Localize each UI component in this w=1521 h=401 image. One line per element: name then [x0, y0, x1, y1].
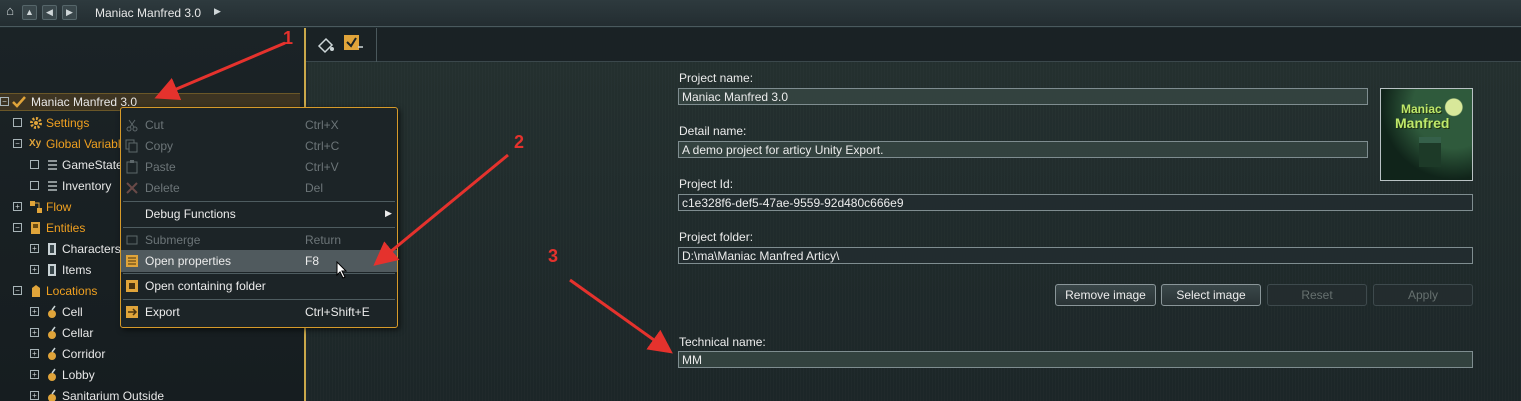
annotation-arrow-1	[154, 41, 286, 101]
annotation-arrow-3	[569, 278, 673, 354]
annotation-arrow-2	[373, 153, 509, 266]
annotation-number-3: 3	[548, 246, 559, 266]
annotation-number-1: 1	[283, 28, 294, 48]
annotation-number-2: 2	[514, 132, 525, 152]
annotation-arrows	[154, 41, 673, 354]
